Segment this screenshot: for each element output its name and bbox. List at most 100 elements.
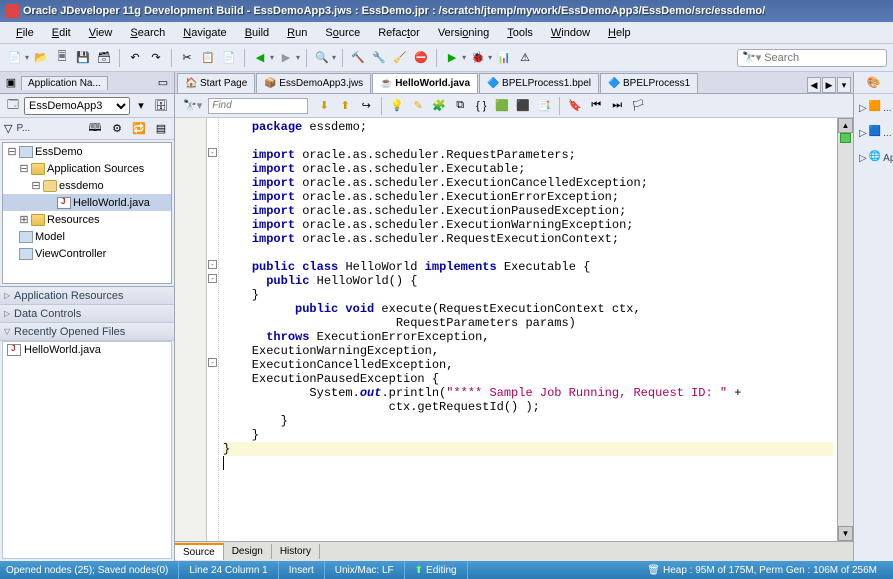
tree-node-model[interactable]: Model — [3, 228, 171, 245]
cancel-build-button[interactable]: ⛔ — [412, 49, 430, 67]
audit-button[interactable]: ⚠ — [516, 49, 534, 67]
menu-search[interactable]: Search — [122, 25, 173, 41]
proj-filter-button[interactable]: 🗄 — [152, 97, 170, 115]
make-button[interactable]: 🔨 — [349, 49, 367, 67]
menu-edit[interactable]: Edit — [44, 25, 79, 41]
tab-next-button[interactable]: ▶ — [822, 77, 836, 93]
menu-view[interactable]: View — [81, 25, 121, 41]
find-button[interactable]: 🔍 — [313, 49, 331, 67]
scroll-up-button[interactable]: ▲ — [838, 118, 853, 133]
project-tree[interactable]: ⊟EssDemo⊟Application Sources⊟essdemoHell… — [2, 142, 172, 284]
dock-item-Ap[interactable]: ▷ 🌐 Ap — [857, 147, 890, 169]
tree-btn2[interactable]: ⚙ — [108, 120, 126, 138]
tree-node-viewcontroller[interactable]: ViewController — [3, 245, 171, 262]
expand-toggle[interactable]: ⊟ — [7, 145, 17, 159]
forward-button[interactable]: ▶ — [277, 49, 295, 67]
paste-button[interactable]: 📄 — [220, 49, 238, 67]
view-tab-history[interactable]: History — [272, 544, 320, 559]
trash-icon[interactable]: 🗑 — [647, 565, 660, 576]
project-select[interactable]: EssDemoApp3 — [24, 97, 130, 115]
profile-button[interactable]: 📊 — [495, 49, 513, 67]
app-nav-tab[interactable]: Application Na... — [21, 76, 108, 90]
menu-window[interactable]: Window — [543, 25, 598, 41]
menu-file[interactable]: File — [8, 25, 42, 41]
assist-button[interactable]: 🧩 — [430, 97, 448, 115]
view-tab-source[interactable]: Source — [175, 543, 224, 560]
accordion-application-resources[interactable]: ▷Application Resources — [0, 287, 174, 305]
organize-button[interactable]: 📑 — [535, 97, 553, 115]
dock-icon[interactable]: ▣ — [4, 76, 18, 90]
tree-btn1[interactable]: 🕮 — [86, 120, 104, 138]
undo-button[interactable]: ↶ — [126, 49, 144, 67]
expand-toggle[interactable]: ⊞ — [19, 213, 29, 227]
vertical-scrollbar[interactable]: ▲ ▼ — [837, 118, 853, 541]
code-content[interactable]: package essdemo; import oracle.as.schedu… — [219, 118, 837, 541]
braces-button[interactable]: { } — [472, 97, 490, 115]
menu-navigate[interactable]: Navigate — [175, 25, 234, 41]
fold-gutter[interactable]: - - - - — [207, 118, 219, 541]
tab-prev-button[interactable]: ◀ — [807, 77, 821, 93]
find-next-button[interactable]: ⬆ — [336, 97, 354, 115]
minimize-panel-button[interactable]: ▭ — [156, 76, 170, 90]
dock-item-...[interactable]: ▷ 🟧 ... — [857, 97, 890, 119]
menu-refactor[interactable]: Refactor — [370, 25, 428, 41]
run-button[interactable]: ▶ — [443, 49, 461, 67]
bm-clear-button[interactable]: 🏳 — [629, 97, 647, 115]
menu-build[interactable]: Build — [237, 25, 277, 41]
app-button[interactable]: 🗏 — [53, 49, 71, 67]
menu-versioning[interactable]: Versioning — [430, 25, 497, 41]
accordion-recently-opened-files[interactable]: ▽Recently Opened Files — [0, 323, 174, 341]
fold-toggle[interactable]: - — [208, 148, 217, 157]
code-editor[interactable]: - - - - package essdemo; import oracle.a… — [175, 118, 853, 541]
tab-start-page[interactable]: 🏠Start Page — [177, 73, 255, 93]
tab-list-button[interactable]: ▾ — [837, 77, 851, 93]
goto-button[interactable]: ↪ — [357, 97, 375, 115]
tree-node-resources[interactable]: ⊞Resources — [3, 211, 171, 228]
saveall-button[interactable]: 🗃 — [95, 49, 113, 67]
tab-bpelprocess1[interactable]: 🔷BPELProcess1 — [600, 73, 698, 93]
menu-run[interactable]: Run — [279, 25, 315, 41]
expand-projects-button[interactable]: ▽ — [4, 122, 12, 135]
gen-button[interactable]: ⬛ — [514, 97, 532, 115]
clean-button[interactable]: 🧹 — [391, 49, 409, 67]
tree-btn4[interactable]: ▤ — [152, 120, 170, 138]
expand-toggle[interactable]: ⊟ — [19, 162, 29, 176]
proj-menu-button[interactable]: ▾ — [132, 97, 150, 115]
palette-icon[interactable]: 🎨 — [865, 74, 883, 92]
reformat-button[interactable]: 🟩 — [493, 97, 511, 115]
surround-button[interactable]: ⧉ — [451, 97, 469, 115]
menu-source[interactable]: Source — [317, 25, 368, 41]
view-tab-design[interactable]: Design — [224, 544, 272, 559]
menu-tools[interactable]: Tools — [499, 25, 541, 41]
menu-help[interactable]: Help — [600, 25, 639, 41]
copy-button[interactable]: 📋 — [199, 49, 217, 67]
global-search[interactable]: 🔭▾ — [737, 49, 887, 67]
recent-file-item[interactable]: HelloWorld.java — [3, 342, 171, 358]
rebuild-button[interactable]: 🔧 — [370, 49, 388, 67]
bm-prev-button[interactable]: ⏮ — [587, 97, 605, 115]
accordion-data-controls[interactable]: ▷Data Controls — [0, 305, 174, 323]
fold-toggle[interactable]: - — [208, 260, 217, 269]
fold-toggle[interactable]: - — [208, 358, 217, 367]
new-button[interactable]: 📄 — [6, 49, 24, 67]
search-input[interactable] — [764, 52, 874, 64]
tree-node-essdemo[interactable]: ⊟essdemo — [3, 177, 171, 194]
find-input[interactable] — [208, 98, 308, 114]
tab-helloworld-java[interactable]: ☕HelloWorld.java — [372, 73, 478, 93]
debug-button[interactable]: 🐞 — [469, 49, 487, 67]
open-button[interactable]: 📂 — [32, 49, 50, 67]
scroll-down-button[interactable]: ▼ — [838, 526, 853, 541]
expand-toggle[interactable]: ⊟ — [31, 179, 41, 193]
fold-toggle[interactable]: - — [208, 274, 217, 283]
find-prev-button[interactable]: ⬇ — [315, 97, 333, 115]
tree-node-essdemo[interactable]: ⊟EssDemo — [3, 143, 171, 160]
tree-node-helloworld-java[interactable]: HelloWorld.java — [3, 194, 171, 211]
save-button[interactable]: 💾 — [74, 49, 92, 67]
tab-bpelprocess1-bpel[interactable]: 🔷BPELProcess1.bpel — [479, 73, 599, 93]
qfix-button[interactable]: 💡 — [388, 97, 406, 115]
cut-button[interactable]: ✂ — [178, 49, 196, 67]
highlight-button[interactable]: ✎ — [409, 97, 427, 115]
tab-essdemoapp3-jws[interactable]: 📦EssDemoApp3.jws — [256, 73, 371, 93]
bm-next-button[interactable]: ⏭ — [608, 97, 626, 115]
dock-item-...[interactable]: ▷ 🟦 ... — [857, 122, 890, 144]
